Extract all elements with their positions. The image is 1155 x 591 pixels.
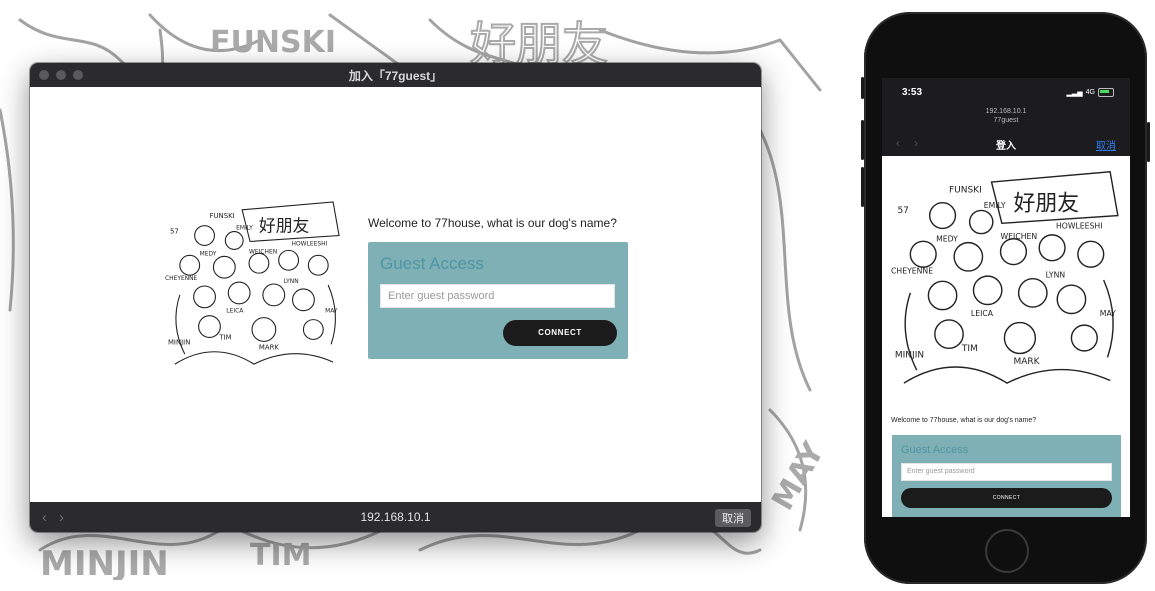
phone-illus-name-tim: TIM [961, 344, 978, 354]
phone-security-question: Welcome to 77house, what is our dog's na… [891, 417, 1037, 424]
phone-illus-name-lynn: LYNN [1046, 270, 1066, 279]
illus-name-minjin: MINJIN [168, 338, 190, 346]
volume-down-button [861, 167, 864, 207]
mute-switch [861, 77, 864, 99]
network-type: 4G [1085, 89, 1095, 96]
url-display: 192.168.10.1 [360, 510, 431, 524]
phone-illus-name-cheyenne: CHEYENNE [891, 267, 933, 276]
phone-guest-access-title: Guest Access [901, 444, 969, 456]
illus-name-funski: FUNSKI [210, 212, 235, 220]
signal-icon: ▂▃▅ [1066, 89, 1083, 97]
illus-name-may: MAY [325, 308, 338, 315]
captive-portal-window: 加入「77guest」 好朋友 57 FUNSKI EMILY MEDY CHE… [30, 63, 761, 532]
illus-name-weichen: WEICHEN [249, 248, 277, 255]
window-bottombar: ‹ › 192.168.10.1 取消 [30, 502, 761, 532]
phone-guest-access-card: Guest Access Enter guest password CONNEC… [892, 435, 1121, 517]
phone-illus-name-howleeshi: HOWLEESHI [1056, 221, 1103, 230]
phone-illus-name-may: MAY [1100, 309, 1116, 318]
phone-illus-banner-text: 好朋友 [1013, 191, 1079, 216]
security-question: Welcome to 77house, what is our dog's na… [368, 216, 617, 230]
illus-name-leica: LEICA [226, 308, 243, 315]
illus-name-tim: TIM [218, 333, 231, 341]
guest-password-input[interactable]: Enter guest password [380, 284, 615, 308]
status-indicators: ▂▃▅ 4G [1066, 88, 1114, 97]
iphone-device: 3:53 ▂▃▅ 4G 192.168.10.1 77guest ‹ › 登入 … [861, 12, 1150, 584]
phone-page-title: 登入 [996, 141, 1016, 152]
phone-ssid: 77guest [993, 117, 1019, 124]
phone-screen: 3:53 ▂▃▅ 4G 192.168.10.1 77guest ‹ › 登入 … [882, 78, 1130, 517]
portal-content: 好朋友 57 FUNSKI EMILY MEDY CHEYENNE WEICHE… [30, 87, 761, 502]
window-title: 加入「77guest」 [348, 68, 443, 83]
illus-name-mark: MARK [259, 343, 279, 351]
illus-name-howleeshi: HOWLEESHI [292, 240, 328, 247]
power-button [1147, 122, 1150, 162]
phone-friends-illustration: 好朋友 57 FUNSKI EMILY MEDY CHEYENNE WEICHE… [890, 164, 1124, 396]
illus-banner-text: 好朋友 [259, 216, 310, 236]
illus-name-cheyenne: CHEYENNE [165, 275, 198, 282]
phone-url: 192.168.10.1 [985, 108, 1027, 115]
phone-cancel-button[interactable]: 取消 [1096, 137, 1116, 152]
phone-illus-name-mark: MARK [1013, 357, 1040, 367]
cancel-button[interactable]: 取消 [715, 509, 751, 527]
illus-name-emily: EMILY [236, 225, 253, 232]
connect-button[interactable]: CONNECT [503, 320, 617, 346]
phone-illus-name-funski: FUNSKI [949, 185, 982, 195]
phone-illus-name-minjin: MINJIN [895, 350, 924, 360]
phone-illus-name-57: 57 [897, 206, 908, 216]
home-button[interactable] [985, 529, 1029, 573]
volume-up-button [861, 120, 864, 160]
phone-guest-password-input[interactable]: Enter guest password [901, 463, 1112, 481]
guest-access-card: Guest Access Enter guest password CONNEC… [368, 242, 628, 359]
illus-name-57: 57 [170, 228, 179, 236]
phone-connect-button[interactable]: CONNECT [901, 488, 1112, 508]
phone-illus-name-emily: EMILY [984, 201, 1006, 210]
phone-header: 3:53 ▂▃▅ 4G 192.168.10.1 77guest ‹ › 登入 … [882, 78, 1130, 156]
phone-illus-name-medy: MEDY [936, 234, 958, 243]
phone-illus-name-weichen: WEICHEN [1001, 232, 1038, 241]
battery-icon [1098, 88, 1114, 97]
friends-illustration: 好朋友 57 FUNSKI EMILY MEDY CHEYENNE WEICHE… [165, 195, 343, 375]
phone-illus-name-leica: LEICA [971, 309, 994, 318]
guest-access-title: Guest Access [380, 254, 484, 273]
status-time: 3:53 [902, 87, 923, 98]
window-titlebar: 加入「77guest」 [30, 63, 761, 87]
illus-name-medy: MEDY [200, 250, 217, 257]
illus-name-lynn: LYNN [284, 278, 299, 285]
